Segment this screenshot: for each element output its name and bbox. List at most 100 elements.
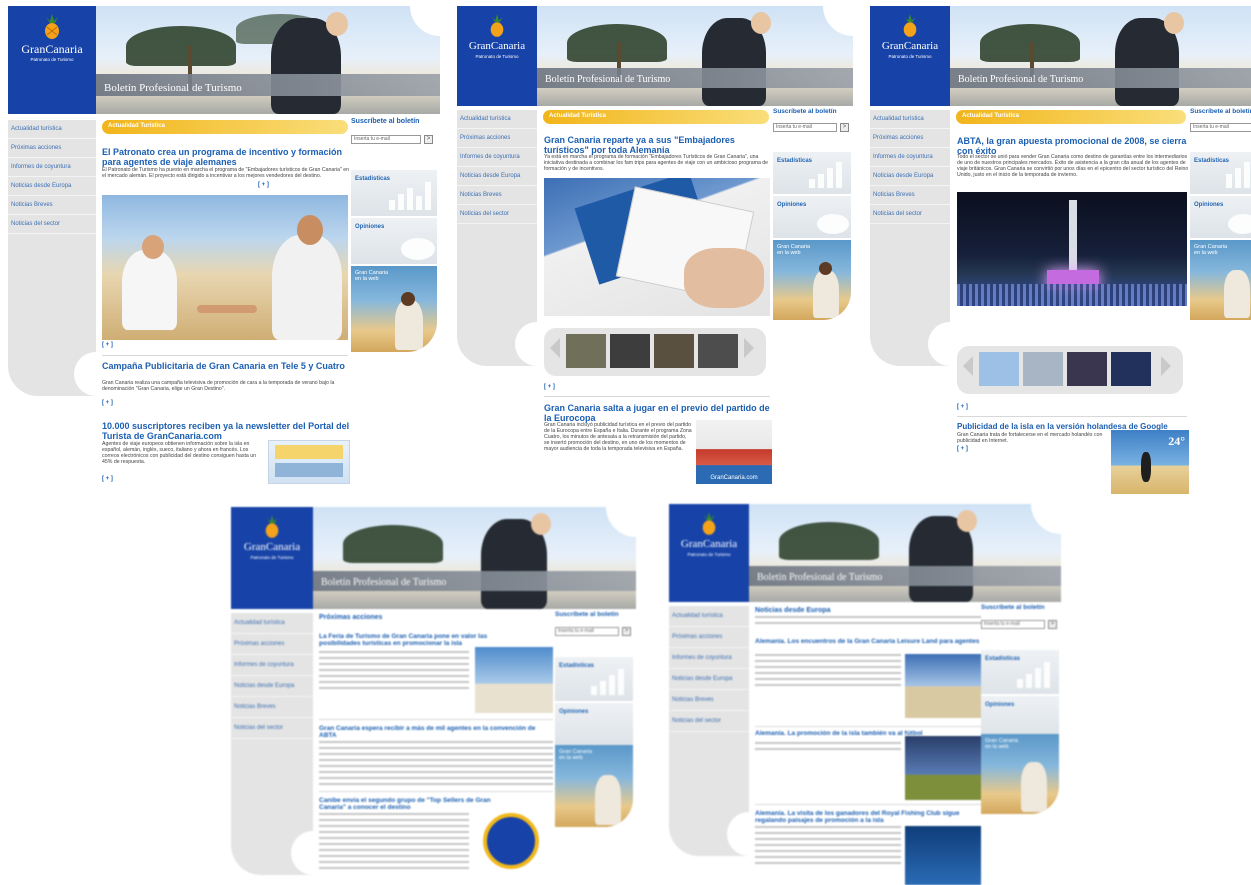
carousel-prev-icon[interactable]: [550, 338, 560, 358]
article-title[interactable]: Gran Canaria reparte ya a sus "Embajador…: [544, 135, 772, 155]
nav-europa[interactable]: Noticias desde Europa: [457, 167, 537, 186]
nav-proximas[interactable]: Próximas acciones: [669, 627, 749, 648]
article-title[interactable]: Alemania. Los encuentros de la Gran Cana…: [755, 638, 981, 645]
article-title[interactable]: Alemania. La visita de los ganadores del…: [755, 810, 981, 824]
more-link[interactable]: [ + ]: [258, 182, 269, 188]
nav-europa[interactable]: Noticias desde Europa: [8, 177, 96, 196]
web-box[interactable]: Gran Canaria en la web: [555, 745, 633, 827]
opinions-box[interactable]: Opiniones: [773, 196, 851, 238]
nav-europa[interactable]: Noticias desde Europa: [870, 167, 950, 186]
logo[interactable]: GranCanaria Patronato de Turismo: [231, 507, 313, 609]
more-link[interactable]: [ + ]: [957, 446, 968, 452]
web-box[interactable]: Gran Canaria en la web: [1190, 240, 1251, 320]
nav-proximas[interactable]: Próximas acciones: [457, 129, 537, 148]
web-box[interactable]: Gran Canaria en la web: [351, 266, 437, 352]
stats-box[interactable]: Estadísticas: [351, 170, 437, 216]
nav-breves[interactable]: Noticias Breves: [8, 196, 96, 215]
web-box[interactable]: Gran Canaria en la web: [981, 734, 1059, 814]
nav-proximas[interactable]: Próximas acciones: [870, 129, 950, 148]
carousel-next-icon[interactable]: [1161, 356, 1171, 376]
subscribe-button[interactable]: >: [1048, 620, 1057, 629]
nav-informes[interactable]: Informes de coyuntura: [870, 148, 950, 167]
article-body: Agentes de viaje europeos obtienen infor…: [102, 441, 256, 465]
nav-europa[interactable]: Noticias desde Europa: [669, 669, 749, 690]
email-input[interactable]: Inserta tu e-mail: [555, 627, 619, 636]
nav-sector[interactable]: Noticias del sector: [870, 205, 950, 224]
nav-proximas[interactable]: Próximas acciones: [231, 634, 313, 655]
photo-carousel[interactable]: [957, 346, 1183, 394]
stats-box[interactable]: Estadísticas: [773, 152, 851, 194]
more-link[interactable]: [ + ]: [544, 384, 555, 390]
photo-carousel[interactable]: [544, 328, 766, 376]
logo[interactable]: GranCanaria Patronato de Turismo: [457, 6, 537, 106]
more-link[interactable]: [ + ]: [102, 400, 113, 406]
nav-sector[interactable]: Noticias del sector: [669, 711, 749, 732]
holland-promo-image: 24°: [1111, 430, 1189, 494]
carousel-prev-icon[interactable]: [963, 356, 973, 376]
stats-box[interactable]: Estadísticas: [555, 657, 633, 701]
nav-actualidad[interactable]: Actualidad turística: [870, 110, 950, 129]
carousel-next-icon[interactable]: [744, 338, 754, 358]
email-input[interactable]: Inserta tu e-mail: [773, 123, 837, 132]
web-label: Gran Canaria en la web: [355, 270, 389, 282]
web-box[interactable]: Gran Canaria en la web: [773, 240, 851, 320]
web-label: Gran Canaria en la web: [1194, 244, 1228, 256]
temperature-label: 24°: [1168, 434, 1185, 448]
screenshot-5: GranCanaria Patronato de Turismo Boletín…: [669, 504, 1061, 885]
opinions-box[interactable]: Opiniones: [351, 218, 437, 264]
web-label: Gran Canaria en la web: [777, 244, 811, 256]
logo[interactable]: GranCanaria Patronato de Turismo: [8, 6, 96, 114]
nav-sector[interactable]: Noticias del sector: [8, 215, 96, 234]
article-body: Todo el sector se unió para vender Gran …: [957, 154, 1189, 178]
article-title[interactable]: El Patronato crea un programa de incenti…: [102, 147, 352, 167]
nav-breves[interactable]: Noticias Breves: [457, 186, 537, 205]
opinions-box[interactable]: Opiniones: [981, 696, 1059, 736]
nav-informes[interactable]: Informes de coyuntura: [8, 158, 96, 177]
pineapple-icon: [265, 515, 279, 538]
more-link[interactable]: [ + ]: [102, 476, 113, 482]
nav-informes[interactable]: Informes de coyuntura: [231, 655, 313, 676]
sidebar: Actualidad turística Próximas acciones I…: [8, 120, 118, 396]
opinions-box[interactable]: Opiniones: [555, 703, 633, 745]
nav-actualidad[interactable]: Actualidad turística: [457, 110, 537, 129]
stats-box[interactable]: Estadísticas: [981, 650, 1059, 694]
email-input[interactable]: Inserta tu e-mail: [981, 620, 1045, 629]
article-photo: [544, 178, 770, 316]
logo-text: GranCanaria: [881, 40, 939, 52]
logo-text: GranCanaria: [21, 42, 83, 56]
subscribe-button[interactable]: >: [622, 627, 631, 636]
logo[interactable]: GranCanaria Patronato de Turismo: [870, 6, 950, 106]
nav-europa[interactable]: Noticias desde Europa: [231, 676, 313, 697]
header-photo: [537, 6, 853, 106]
article-title[interactable]: La Feria de Turismo de Gran Canaria pone…: [319, 633, 499, 647]
article-title[interactable]: Campaña Publicitaria de Gran Canaria en …: [102, 361, 352, 371]
article-title[interactable]: Canibe envía el segundo grupo de "Top Se…: [319, 797, 499, 811]
logo[interactable]: GranCanaria Patronato de Turismo: [669, 504, 749, 602]
nav-informes[interactable]: Informes de coyuntura: [457, 148, 537, 167]
subscribe-button[interactable]: >: [840, 123, 849, 132]
article-title[interactable]: 10.000 suscriptores reciben ya la newsle…: [102, 421, 352, 441]
nav-sector[interactable]: Noticias del sector: [457, 205, 537, 224]
article-title[interactable]: ABTA, la gran apuesta promocional de 200…: [957, 136, 1189, 156]
more-link[interactable]: [ + ]: [957, 404, 968, 410]
subscribe-button[interactable]: >: [424, 135, 433, 144]
header-title: Boletín Profesional de Turismo: [757, 572, 883, 583]
nav-breves[interactable]: Noticias Breves: [231, 697, 313, 718]
more-link[interactable]: [ + ]: [102, 342, 113, 348]
nav-informes[interactable]: Informes de coyuntura: [669, 648, 749, 669]
stats-box[interactable]: Estadísticas: [1190, 152, 1251, 194]
nav-breves[interactable]: Noticias Breves: [669, 690, 749, 711]
email-input[interactable]: Inserta tu e-mail: [1190, 123, 1251, 132]
article-title[interactable]: Gran Canaria espera recibir a más de mil…: [319, 725, 553, 739]
nav-proximas[interactable]: Próximas acciones: [8, 139, 96, 158]
right-column: Suscríbete al boletín Inserta tu e-mail …: [981, 604, 1059, 814]
nav-actualidad[interactable]: Actualidad turística: [8, 120, 96, 139]
opinions-label: Opiniones: [985, 702, 1015, 708]
nav-sector[interactable]: Noticias del sector: [231, 718, 313, 739]
nav-actualidad[interactable]: Actualidad turística: [669, 606, 749, 627]
nav-breves[interactable]: Noticias Breves: [870, 186, 950, 205]
nav-actualidad[interactable]: Actualidad turística: [231, 613, 313, 634]
email-input[interactable]: Inserta tu e-mail: [351, 135, 421, 144]
opinions-box[interactable]: Opiniones: [1190, 196, 1251, 238]
screenshot-1: GranCanaria Patronato de Turismo Boletín…: [8, 6, 440, 486]
